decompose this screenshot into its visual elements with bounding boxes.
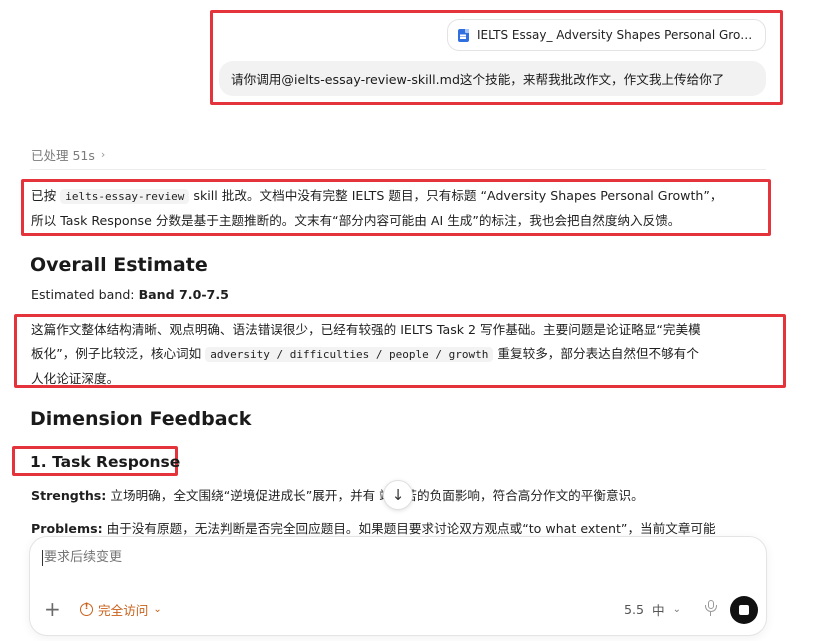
task-response-heading: 1. Task Response [30, 453, 181, 471]
strengths-label: Strengths: [31, 488, 107, 503]
summary-line-2a: 板化”，例子比较泛，核心词如 [31, 346, 206, 361]
intro-line-2: 所以 Task Response 分数是基于主题推断的。文末有“部分内容可能由 … [31, 213, 681, 228]
user-message-bubble: 请你调用@ielts-essay-review-skill.md这个技能，来帮我… [219, 61, 766, 96]
chevron-right-icon: › [100, 148, 106, 161]
intro-paragraph: 已按 ielts-essay-review skill 批改。文档中没有完整 I… [31, 184, 771, 233]
processed-label: 已处理 51s [31, 148, 95, 163]
processed-toggle[interactable]: 已处理 51s › [31, 145, 105, 164]
band-value: Band 7.0-7.5 [138, 287, 229, 302]
summary-line-3: 人化论证深度。 [31, 371, 120, 386]
keywords-code: adversity / difficulties / people / grow… [205, 347, 494, 362]
overall-heading: Overall Estimate [30, 254, 208, 276]
stop-button[interactable] [730, 596, 758, 624]
document-icon [458, 28, 469, 42]
arrow-down-icon: ↓ [391, 486, 405, 504]
stop-icon [739, 605, 749, 615]
summary-paragraph: 这篇作文整体结构清晰、观点明确、语法错误很少，已经有较强的 IELTS Task… [31, 318, 781, 391]
summary-line-1: 这篇作文整体结构清晰、观点明确、语法错误很少，已经有较强的 IELTS Task… [31, 322, 701, 337]
model-level: 中 [652, 603, 665, 618]
chevron-down-icon: ⌄ [153, 604, 162, 615]
strengths-text: 立场明确，全文围绕“逆境促进成长”展开，并有 端痛苦的负面影响，符合高分作文的平… [106, 488, 644, 503]
model-version: 5.5 [624, 602, 645, 617]
skill-code: ielts-essay-review [60, 189, 190, 204]
intro-text-1: 已按 [31, 188, 61, 203]
composer: + 完全访问 ⌄ 5.5 中 ⌄ [29, 536, 767, 636]
summary-line-2b: 重复较多，部分表达自然但不够有个 [493, 346, 699, 361]
chevron-down-icon: ⌄ [672, 604, 682, 615]
problems-text: 由于没有原题，无法判断是否完全回应题目。如果题目要求讨论双方观点或“to wha… [102, 521, 716, 536]
estimated-band: Estimated band: Band 7.0-7.5 [31, 287, 229, 302]
composer-input[interactable] [42, 549, 642, 566]
user-message-text: 请你调用@ielts-essay-review-skill.md这个技能，来帮我… [231, 72, 725, 87]
intro-text-2: skill 批改。文档中没有完整 IELTS 题目，只有标题 “Adversit… [189, 188, 723, 203]
problems-label: Problems: [31, 521, 103, 536]
model-selector[interactable]: 5.5 中 ⌄ [624, 600, 681, 619]
problems-line: Problems: 由于没有原题，无法判断是否完全回应题目。如果题目要求讨论双方… [31, 518, 716, 537]
warning-icon [80, 602, 93, 616]
plus-icon[interactable]: + [44, 599, 61, 619]
access-label: 完全访问 [98, 603, 149, 618]
attachment-name: IELTS Essay_ Adversity Shapes Personal G… [477, 28, 753, 42]
microphone-icon[interactable] [704, 599, 718, 617]
dimension-heading: Dimension Feedback [30, 408, 252, 430]
access-mode-button[interactable]: 完全访问 ⌄ [80, 600, 162, 619]
attachment-chip[interactable]: IELTS Essay_ Adversity Shapes Personal G… [447, 19, 766, 51]
band-label: Estimated band: [31, 287, 139, 302]
divider [30, 169, 766, 170]
scroll-down-button[interactable]: ↓ [383, 480, 413, 510]
strengths-line: Strengths: 立场明确，全文围绕“逆境促进成长”展开，并有 端痛苦的负面… [31, 485, 644, 504]
